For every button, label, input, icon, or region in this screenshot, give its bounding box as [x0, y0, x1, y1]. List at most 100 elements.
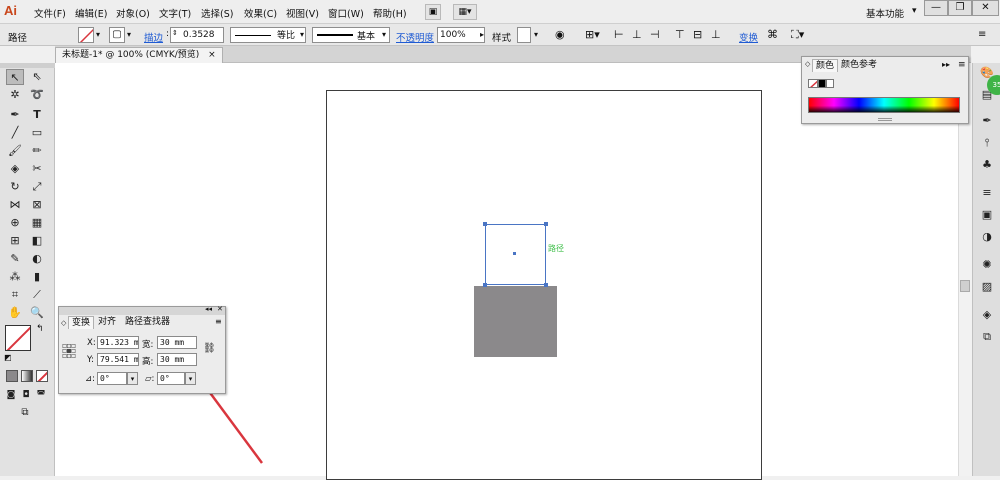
- panel-collapse-icon[interactable]: ◇: [805, 60, 810, 68]
- free-transform-tool-icon[interactable]: ⊠: [28, 197, 46, 213]
- opacity-link[interactable]: 不透明度: [396, 30, 434, 44]
- arrange-documents-icon[interactable]: ▦▾: [453, 4, 477, 20]
- panel-options-icon[interactable]: ◇: [61, 319, 66, 327]
- opacity-dropdown-icon[interactable]: ▸: [480, 30, 484, 39]
- stroke-weight-field[interactable]: 0.3528: [170, 27, 224, 43]
- scale-tool-icon[interactable]: ⤢: [28, 179, 46, 195]
- selection-handle[interactable]: [483, 222, 487, 226]
- chevron-down-icon[interactable]: ▾: [912, 6, 917, 16]
- symbols-panel-icon[interactable]: ♣: [978, 157, 996, 173]
- align-middle-icon[interactable]: ⊟: [693, 28, 702, 41]
- scissors-tool-icon[interactable]: ✂: [28, 161, 46, 177]
- bridge-icon[interactable]: ▣: [425, 4, 441, 20]
- tab-transform[interactable]: 变换: [68, 316, 95, 329]
- pen-tool-icon[interactable]: ✒: [6, 107, 24, 123]
- menu-object[interactable]: 对象(O): [116, 6, 150, 20]
- white-swatch[interactable]: [826, 79, 834, 88]
- magic-wand-tool-icon[interactable]: ✲: [6, 87, 24, 103]
- panel-menu-icon[interactable]: ≡: [978, 29, 986, 40]
- restore-button[interactable]: ❐: [948, 0, 972, 16]
- stroke-link[interactable]: 描边: [144, 30, 163, 44]
- shape-builder-tool-icon[interactable]: ⊕: [6, 215, 24, 231]
- constrain-proportions-icon[interactable]: ⛓: [203, 343, 216, 354]
- slice-tool-icon[interactable]: ⟋: [28, 287, 46, 303]
- panel-menu-icon[interactable]: ≡: [958, 60, 966, 70]
- width-tool-icon[interactable]: ⋈: [6, 197, 24, 213]
- stroke-dropdown-icon[interactable]: ▾: [127, 30, 131, 39]
- tab-align[interactable]: 对齐: [95, 316, 119, 329]
- selection-handle[interactable]: [544, 283, 548, 287]
- menu-file[interactable]: 文件(F): [34, 6, 66, 20]
- selection-handle[interactable]: [544, 222, 548, 226]
- draw-behind-icon[interactable]: ◘: [19, 387, 33, 403]
- artboard-tool-icon[interactable]: ⌗: [6, 287, 24, 303]
- swap-colors-icon[interactable]: ↰: [36, 324, 44, 334]
- paintbrush-tool-icon[interactable]: 🖌: [6, 143, 24, 159]
- graphic-style-swatch[interactable]: [517, 27, 531, 43]
- rectangle-tool-icon[interactable]: ▭: [28, 125, 46, 141]
- align-to-icon[interactable]: ⊞▾: [585, 28, 600, 41]
- eyedropper-tool-icon[interactable]: ✎: [6, 251, 24, 267]
- column-graph-tool-icon[interactable]: ▮: [28, 269, 46, 285]
- menu-edit[interactable]: 编辑(E): [75, 6, 107, 20]
- screen-mode-icon[interactable]: ⧉: [16, 405, 34, 421]
- profile-dropdown-icon[interactable]: ▾: [300, 30, 304, 39]
- gray-square-shape[interactable]: [474, 286, 557, 357]
- document-tab[interactable]: 未标题-1* @ 100% (CMYK/预览) ×: [55, 47, 223, 63]
- stroke-swatch[interactable]: ▢: [109, 27, 125, 43]
- line-tool-icon[interactable]: ╱: [6, 125, 24, 141]
- zoom-tool-icon[interactable]: 🔍: [28, 305, 46, 321]
- default-colors-icon[interactable]: ◩: [4, 353, 12, 362]
- none-mode-icon[interactable]: [36, 370, 48, 382]
- menu-effect[interactable]: 效果(C): [244, 6, 277, 20]
- mesh-tool-icon[interactable]: ⊞: [6, 233, 24, 249]
- fill-swatch[interactable]: [78, 27, 94, 43]
- menu-type[interactable]: 文字(T): [159, 6, 191, 20]
- resize-grip[interactable]: [878, 118, 892, 121]
- opacity-field[interactable]: 100%: [437, 27, 485, 43]
- brush-definition[interactable]: 基本: [312, 27, 390, 43]
- graphic-styles-panel-icon[interactable]: ▨: [978, 279, 996, 295]
- appearance-panel-icon[interactable]: ✺: [978, 257, 996, 273]
- menu-help[interactable]: 帮助(H): [373, 6, 407, 20]
- draw-normal-icon[interactable]: ◙: [4, 387, 18, 403]
- rotate-dropdown-icon[interactable]: ▾: [127, 372, 138, 385]
- width-field[interactable]: 30 mm: [157, 336, 197, 349]
- lasso-tool-icon[interactable]: ➰: [28, 87, 46, 103]
- layers-panel-icon[interactable]: ◈: [978, 307, 996, 323]
- isolate-icon[interactable]: ⌘: [767, 28, 778, 41]
- gradient-mode-icon[interactable]: [21, 370, 33, 382]
- draw-inside-icon[interactable]: ◚: [34, 387, 48, 403]
- shear-field[interactable]: 0°: [157, 372, 185, 385]
- transparency-panel-icon[interactable]: ◑: [978, 229, 996, 245]
- height-field[interactable]: 30 mm: [157, 353, 197, 366]
- tab-color[interactable]: 颜色: [812, 59, 839, 72]
- perspective-grid-tool-icon[interactable]: ▦: [28, 215, 46, 231]
- tab-color-guide[interactable]: 颜色参考: [838, 59, 880, 72]
- blend-tool-icon[interactable]: ◐: [28, 251, 46, 267]
- brush-library-icon[interactable]: ⫯: [978, 135, 996, 151]
- rotate-field[interactable]: 0°: [97, 372, 127, 385]
- x-field[interactable]: 91.323 m: [97, 336, 139, 349]
- vertical-scrollbar[interactable]: [958, 63, 972, 476]
- fill-color-box[interactable]: [5, 325, 31, 351]
- close-button[interactable]: ✕: [972, 0, 999, 16]
- color-spectrum[interactable]: [808, 97, 960, 113]
- brushes-panel-icon[interactable]: ✒: [978, 113, 996, 129]
- align-center-icon[interactable]: ⊥: [632, 28, 642, 41]
- hand-tool-icon[interactable]: ✋: [6, 305, 24, 321]
- stroke-panel-icon[interactable]: ≡: [978, 185, 996, 201]
- fill-dropdown-icon[interactable]: ▾: [96, 30, 100, 39]
- rotate-tool-icon[interactable]: ↻: [6, 179, 24, 195]
- selection-handle[interactable]: [483, 283, 487, 287]
- minimize-button[interactable]: —: [924, 0, 948, 16]
- spinner-icon[interactable]: ⇕: [172, 29, 178, 37]
- tab-close-icon[interactable]: ×: [208, 50, 216, 60]
- type-tool-icon[interactable]: T: [28, 107, 46, 123]
- tab-pathfinder[interactable]: 路径查找器: [122, 316, 173, 329]
- selection-options-icon[interactable]: ⛶▾: [791, 28, 804, 42]
- panel-collapse-icon[interactable]: ◂◂: [205, 305, 212, 313]
- style-dropdown-icon[interactable]: ▾: [534, 30, 538, 39]
- selection-tool-icon[interactable]: ↖: [6, 69, 24, 85]
- menu-view[interactable]: 视图(V): [286, 6, 319, 20]
